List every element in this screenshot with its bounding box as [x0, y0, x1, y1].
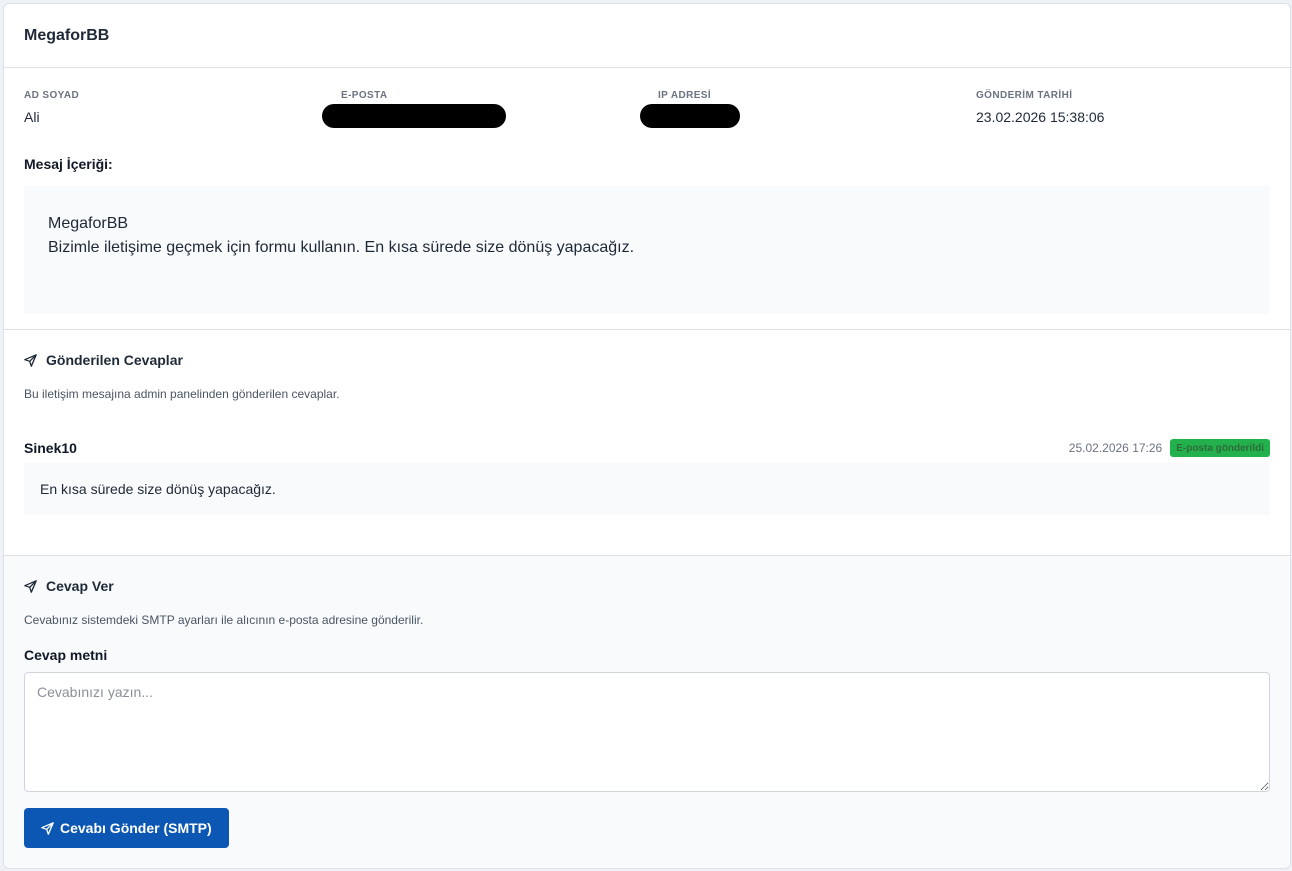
reply-text-input[interactable] — [24, 672, 1270, 792]
send-icon — [24, 353, 37, 367]
ip-field: IP ADRESİ — [640, 90, 976, 148]
message-content-box: MegaforBB Bizimle iletişime geçmek için … — [24, 186, 1270, 314]
compose-title-text: Cevap Ver — [46, 578, 114, 594]
reply-text-label: Cevap metni — [24, 647, 108, 663]
name-value: Ali — [24, 109, 40, 125]
date-field: GÖNDERİM TARİHİ 23.02.2026 15:38:06 — [976, 90, 1104, 148]
send-icon — [41, 821, 54, 835]
email-sent-badge: E-posta gönderildi — [1170, 439, 1270, 457]
email-field: E-POSTA — [322, 90, 658, 148]
message-info-section: AD SOYAD Ali E-POSTA IP ADRESİ GÖNDERİM … — [4, 68, 1290, 330]
date-value: 23.02.2026 15:38:06 — [976, 109, 1105, 125]
message-detail-card: MegaforBB AD SOYAD Ali E-POSTA IP ADRESİ… — [3, 3, 1291, 869]
sent-replies-section: Gönderilen Cevaplar Bu iletişim mesajına… — [4, 330, 1290, 556]
date-label: GÖNDERİM TARİHİ — [976, 90, 1073, 101]
reply-header: Sinek10 25.02.2026 17:26 E-posta gönderi… — [24, 439, 1270, 457]
ip-label: IP ADRESİ — [658, 90, 712, 101]
compose-title: Cevap Ver — [24, 578, 1270, 594]
email-label: E-POSTA — [341, 90, 388, 101]
email-redaction — [322, 104, 506, 128]
reply-body: En kısa sürede size dönüş yapacağız. — [24, 463, 1270, 515]
send-reply-button[interactable]: Cevabı Gönder (SMTP) — [24, 808, 229, 848]
ip-redaction — [640, 104, 740, 128]
sent-replies-description: Bu iletişim mesajına admin panelinden gö… — [24, 387, 340, 401]
send-reply-button-label: Cevabı Gönder (SMTP) — [60, 820, 212, 836]
card-header: MegaforBB — [4, 4, 1290, 68]
sent-replies-title: Gönderilen Cevaplar — [24, 352, 1270, 368]
reply-meta: 25.02.2026 17:26 E-posta gönderildi — [1069, 439, 1270, 457]
message-content-label: Mesaj İçeriği: — [24, 156, 113, 172]
compose-description: Cevabınız sistemdeki SMTP ayarları ile a… — [24, 613, 424, 627]
reply-author: Sinek10 — [24, 440, 77, 456]
message-line-1: MegaforBB — [48, 215, 129, 232]
info-row: AD SOYAD Ali E-POSTA IP ADRESİ GÖNDERİM … — [24, 90, 1270, 148]
send-icon — [24, 579, 37, 593]
reply-date: 25.02.2026 17:26 — [1068, 441, 1163, 455]
name-label: AD SOYAD — [24, 90, 80, 101]
sent-replies-title-text: Gönderilen Cevaplar — [46, 352, 183, 368]
name-field: AD SOYAD Ali — [24, 90, 341, 148]
reply-item: Sinek10 25.02.2026 17:26 E-posta gönderi… — [24, 439, 1270, 515]
compose-reply-section: Cevap Ver Cevabınız sistemdeki SMTP ayar… — [4, 556, 1290, 868]
message-line-2: Bizimle iletişime geçmek için formu kull… — [48, 239, 635, 256]
page-title: MegaforBB — [24, 26, 110, 44]
